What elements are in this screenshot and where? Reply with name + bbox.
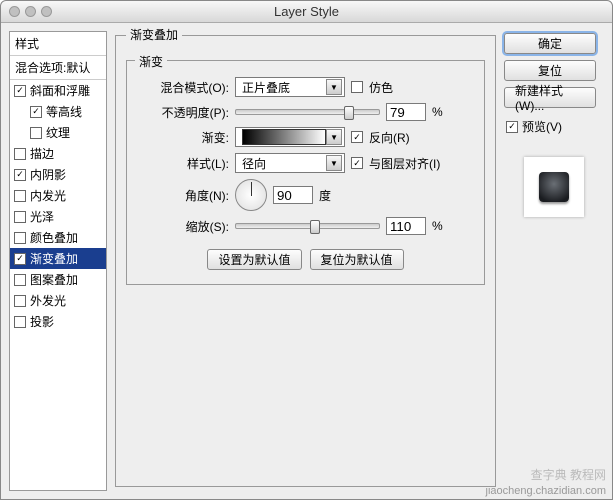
style-label: 光泽 — [30, 208, 54, 225]
dither-checkbox[interactable] — [351, 81, 363, 93]
gradient-label: 渐变: — [139, 129, 229, 146]
style-item[interactable]: 光泽 — [10, 206, 106, 227]
action-panel: 确定 复位 新建样式(W)... 预览(V) — [504, 31, 604, 491]
reset-default-button[interactable]: 复位为默认值 — [310, 249, 404, 270]
style-item[interactable]: 内阴影 — [10, 164, 106, 185]
style-checkbox[interactable] — [14, 316, 26, 328]
style-label: 纹理 — [46, 124, 70, 141]
styles-list: 样式 混合选项:默认 斜面和浮雕等高线纹理描边内阴影内发光光泽颜色叠加渐变叠加图… — [9, 31, 107, 491]
fieldset-title: 渐变 — [135, 53, 167, 70]
gradient-fieldset: 渐变 混合模式(O): 正片叠底 ▼ 仿色 不透明度(P): — [126, 60, 485, 285]
blend-options-header[interactable]: 混合选项:默认 — [10, 56, 106, 80]
styles-header: 样式 — [10, 32, 106, 56]
style-checkbox[interactable] — [14, 295, 26, 307]
scale-input[interactable] — [386, 217, 426, 235]
style-label: 内发光 — [30, 187, 66, 204]
reverse-checkbox[interactable] — [351, 131, 363, 143]
style-checkbox[interactable] — [14, 190, 26, 202]
style-select[interactable]: 径向 ▼ — [235, 153, 345, 173]
settings-panel: 渐变叠加 渐变 混合模式(O): 正片叠底 ▼ 仿色 不透明度(P): — [115, 31, 496, 491]
chevron-down-icon: ▼ — [326, 129, 342, 145]
style-checkbox[interactable] — [30, 106, 42, 118]
zoom-icon[interactable] — [41, 6, 52, 17]
angle-input[interactable] — [273, 186, 313, 204]
angle-label: 角度(N): — [139, 187, 229, 204]
style-label: 外发光 — [30, 292, 66, 309]
scale-label: 缩放(S): — [139, 218, 229, 235]
angle-unit: 度 — [319, 187, 331, 204]
watermark-url: jiaocheng.chazidian.com — [486, 485, 606, 497]
style-checkbox[interactable] — [14, 85, 26, 97]
gradient-preview — [242, 129, 326, 145]
style-label: 颜色叠加 — [30, 229, 78, 246]
style-item[interactable]: 等高线 — [10, 101, 106, 122]
new-style-button[interactable]: 新建样式(W)... — [504, 87, 596, 108]
style-label: 投影 — [30, 313, 54, 330]
angle-dial[interactable] — [235, 179, 267, 211]
style-value: 径向 — [242, 155, 266, 172]
minimize-icon[interactable] — [25, 6, 36, 17]
cancel-button[interactable]: 复位 — [504, 60, 596, 81]
scale-unit: % — [432, 219, 443, 233]
style-item[interactable]: 斜面和浮雕 — [10, 80, 106, 101]
align-checkbox[interactable] — [351, 157, 363, 169]
style-label: 图案叠加 — [30, 271, 78, 288]
close-icon[interactable] — [9, 6, 20, 17]
style-item[interactable]: 图案叠加 — [10, 269, 106, 290]
preview-checkbox[interactable] — [506, 121, 518, 133]
style-label: 样式(L): — [139, 155, 229, 172]
reverse-label: 反向(R) — [369, 129, 410, 146]
make-default-button[interactable]: 设置为默认值 — [207, 249, 301, 270]
blend-mode-select[interactable]: 正片叠底 ▼ — [235, 77, 345, 97]
watermark-brand: 查字典 教程网 — [531, 466, 606, 483]
blend-mode-value: 正片叠底 — [242, 79, 290, 96]
style-checkbox[interactable] — [14, 274, 26, 286]
chevron-down-icon: ▼ — [326, 155, 342, 171]
style-label: 描边 — [30, 145, 54, 162]
style-item[interactable]: 颜色叠加 — [10, 227, 106, 248]
opacity-input[interactable] — [386, 103, 426, 121]
style-label: 渐变叠加 — [30, 250, 78, 267]
opacity-label: 不透明度(P): — [139, 104, 229, 121]
ok-button[interactable]: 确定 — [504, 33, 596, 54]
style-item[interactable]: 外发光 — [10, 290, 106, 311]
style-checkbox[interactable] — [30, 127, 42, 139]
style-checkbox[interactable] — [14, 169, 26, 181]
style-item[interactable]: 描边 — [10, 143, 106, 164]
style-checkbox[interactable] — [14, 211, 26, 223]
style-label: 内阴影 — [30, 166, 66, 183]
align-label: 与图层对齐(I) — [369, 155, 440, 172]
style-item[interactable]: 渐变叠加 — [10, 248, 106, 269]
preview-swatch — [524, 157, 584, 217]
dither-label: 仿色 — [369, 79, 393, 96]
style-checkbox[interactable] — [14, 148, 26, 160]
group-title: 渐变叠加 — [126, 26, 182, 43]
opacity-slider[interactable] — [235, 109, 380, 115]
gradient-picker[interactable]: ▼ — [235, 127, 345, 147]
preview-label: 预览(V) — [522, 118, 562, 135]
style-item[interactable]: 内发光 — [10, 185, 106, 206]
layer-style-dialog: Layer Style 样式 混合选项:默认 斜面和浮雕等高线纹理描边内阴影内发… — [0, 0, 613, 500]
opacity-unit: % — [432, 105, 443, 119]
window-title: Layer Style — [1, 4, 612, 19]
style-checkbox[interactable] — [14, 232, 26, 244]
scale-slider[interactable] — [235, 223, 380, 229]
style-label: 等高线 — [46, 103, 82, 120]
style-item[interactable]: 投影 — [10, 311, 106, 332]
chevron-down-icon: ▼ — [326, 79, 342, 95]
style-label: 斜面和浮雕 — [30, 82, 90, 99]
style-checkbox[interactable] — [14, 253, 26, 265]
style-item[interactable]: 纹理 — [10, 122, 106, 143]
blend-mode-label: 混合模式(O): — [139, 79, 229, 96]
titlebar: Layer Style — [1, 1, 612, 23]
